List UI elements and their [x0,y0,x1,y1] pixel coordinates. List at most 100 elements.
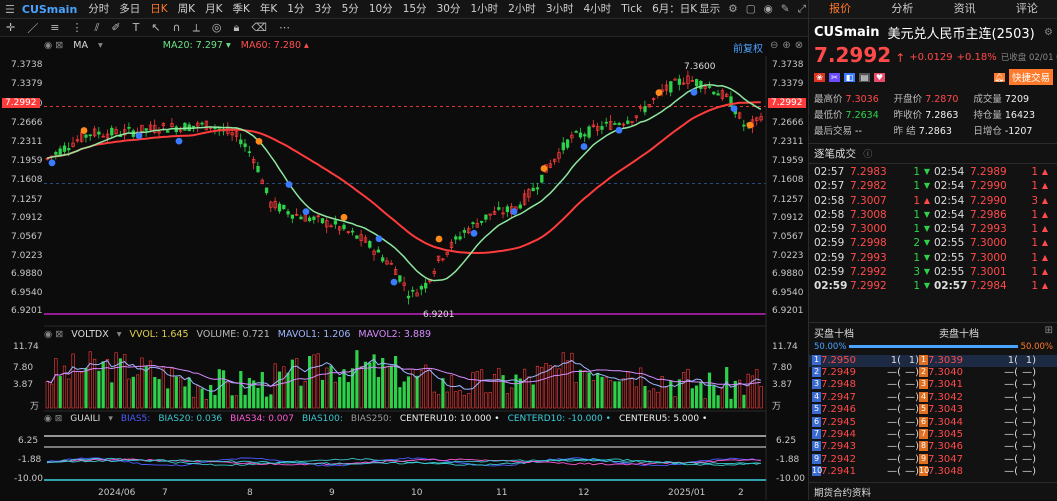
volume-indicator-label[interactable]: VOLTDX [71,329,108,340]
ask-level-index: 7 [919,429,928,440]
ruler-icon[interactable]: ⟂ [187,21,206,35]
volume-bar [660,376,664,409]
ma-dropdown-icon[interactable]: ▾ [98,40,103,54]
book-row[interactable]: 5 7.2946 —(—) 5 7.3043 —(—) [809,404,1057,416]
book-row[interactable]: 8 7.2943 —(—) 8 7.3046 —(—) [809,441,1057,453]
tab-quote[interactable]: 报价 [809,0,871,18]
bid-qty: —( [887,379,901,391]
book-row[interactable]: 9 7.2942 —(—) 9 7.3047 —(—) [809,453,1057,466]
trade-row: 02:59 7.3000 1 ▼ 02:54 7.2993 1 ▲ [814,222,1053,236]
period-15[interactable]: 3小时 [541,0,579,18]
stat-label: 持仓量 [973,110,1005,121]
line-tool-icon[interactable]: ／ [21,20,44,36]
volume-dropdown-icon[interactable]: ▾ [117,329,122,340]
period-8[interactable]: 3分 [309,0,336,18]
panel-settings-icon[interactable]: ⚙ [1044,27,1053,38]
period-2[interactable]: 日K [145,0,172,18]
tab-news[interactable]: 资讯 [934,0,996,18]
guaili-label[interactable]: GUAILI [70,414,100,424]
book-row[interactable]: 2 7.2949 —(—) 2 7.3040 —(—) [809,367,1057,379]
camera-icon[interactable]: ◉ [764,0,773,18]
book-row[interactable]: 1 7.2950 1(1) 1 7.3039 1(1) [809,354,1057,368]
period-10[interactable]: 10分 [364,0,398,18]
period-18[interactable]: 6月：日K [647,0,702,18]
volume-bar [729,398,733,409]
volume-bar [307,356,312,409]
volume-bar [393,356,398,409]
candle-body [282,204,286,210]
display-menu[interactable]: 显示 [699,0,720,18]
period-7[interactable]: 1分 [282,0,309,18]
tab-comments[interactable]: 评论 [996,0,1057,18]
price-tick-right: 7.1608 [772,175,804,186]
bid-level-index: 5 [812,404,821,415]
quick-trade-button[interactable]: 快捷交易 [1008,69,1053,85]
period-17[interactable]: Tick [616,0,647,18]
text-tool-icon[interactable]: T [127,21,146,34]
signal-marker [255,137,263,145]
ma60-legend: MA60: 7.280 ▴ [240,40,309,51]
channel-tool-icon[interactable]: ⫽ [88,21,105,35]
heart-icon[interactable]: ♥ [874,72,885,82]
period-12[interactable]: 30分 [432,0,466,18]
fib-tool-icon[interactable]: ⋮ [65,21,88,34]
bid-level-index: 10 [812,466,823,477]
flag-icon[interactable]: ❀ [814,72,825,82]
restore-button[interactable]: 前复权 [733,40,763,55]
mavol1-value: 1.206 [323,329,351,340]
period-0[interactable]: 分时 [83,0,114,18]
main-chart[interactable] [44,56,808,500]
chart-icon[interactable]: ◧ [844,72,855,82]
book-row[interactable]: 7 7.2944 —(—) 7 7.3045 —(—) [809,429,1057,441]
table-icon[interactable]: ▤ [859,72,870,82]
hline-tool-icon[interactable]: ≡ [44,21,65,34]
alert-icon[interactable]: ✂ [829,72,840,82]
book-settings-icon[interactable]: ⊞ [1045,325,1053,340]
volume-bar [239,371,243,409]
period-11[interactable]: 15分 [398,0,432,18]
trade-price: 7.2998 [850,237,887,250]
more-icon[interactable]: ⋯ [273,21,296,34]
stat-item: 持仓量 16423 [973,107,1053,121]
trash-icon[interactable]: ⌫ [245,21,273,34]
lock-icon[interactable]: 🔒︎ [228,21,246,35]
tab-analysis[interactable]: 分析 [871,0,933,18]
period-16[interactable]: 4小时 [579,0,617,18]
bell-icon[interactable]: 🔔︎ [993,72,1005,82]
volume-toggle-icon[interactable]: ◉ ⊠ [44,329,63,340]
crosshair-icon[interactable]: ✛ [0,21,21,34]
volume-bar [553,366,557,409]
period-9[interactable]: 5分 [337,0,364,18]
period-14[interactable]: 2小时 [503,0,541,18]
period-1[interactable]: 多日 [114,0,145,18]
magnet-icon[interactable]: ∩ [167,21,187,34]
zoom-controls[interactable]: ⊖⊕⊗ [770,40,807,51]
contract-info-link[interactable]: 期货合约资料 [809,483,1057,501]
ma-toggle-icon[interactable]: ◉ ⊠ [44,40,63,54]
ma-label[interactable]: MA [73,40,88,54]
period-13[interactable]: 1小时 [465,0,503,18]
period-5[interactable]: 季K [227,0,254,18]
expand-icon[interactable]: ⤢ [798,0,806,18]
settings-icon[interactable]: ⚙ [728,0,737,18]
eye-icon[interactable]: ◎ [206,21,228,34]
pen-icon[interactable]: ✎ [781,0,790,18]
book-row[interactable]: 4 7.2947 —(—) 4 7.3042 —(—) [809,391,1057,404]
period-4[interactable]: 月K [200,0,227,18]
book-row[interactable]: 6 7.2945 —(—) 6 7.3044 —(—) [809,416,1057,429]
volume-bar [226,382,230,409]
period-3[interactable]: 周K [173,0,200,18]
guaili-dropdown-icon[interactable]: ▾ [108,414,113,424]
guaili-toggle-icon[interactable]: ◉ ⊠ [44,414,62,424]
book-row[interactable]: 10 7.2941 —(—) 10 7.3048 —(—) [809,466,1057,478]
arrow-tool-icon[interactable]: ↖ [145,21,166,34]
signal-marker [135,132,143,140]
info-icon[interactable]: ⓘ [863,150,872,160]
period-6[interactable]: 年K [255,0,282,18]
window-icon[interactable]: ▢ [746,0,756,18]
brush-tool-icon[interactable]: ✐ [105,21,126,34]
app-menu-icon[interactable]: ☰ [0,3,18,16]
book-row[interactable]: 3 7.2948 —(—) 3 7.3041 —(—) [809,379,1057,391]
symbol-label[interactable]: CUSmain [18,3,83,16]
volume-bar [565,360,570,409]
